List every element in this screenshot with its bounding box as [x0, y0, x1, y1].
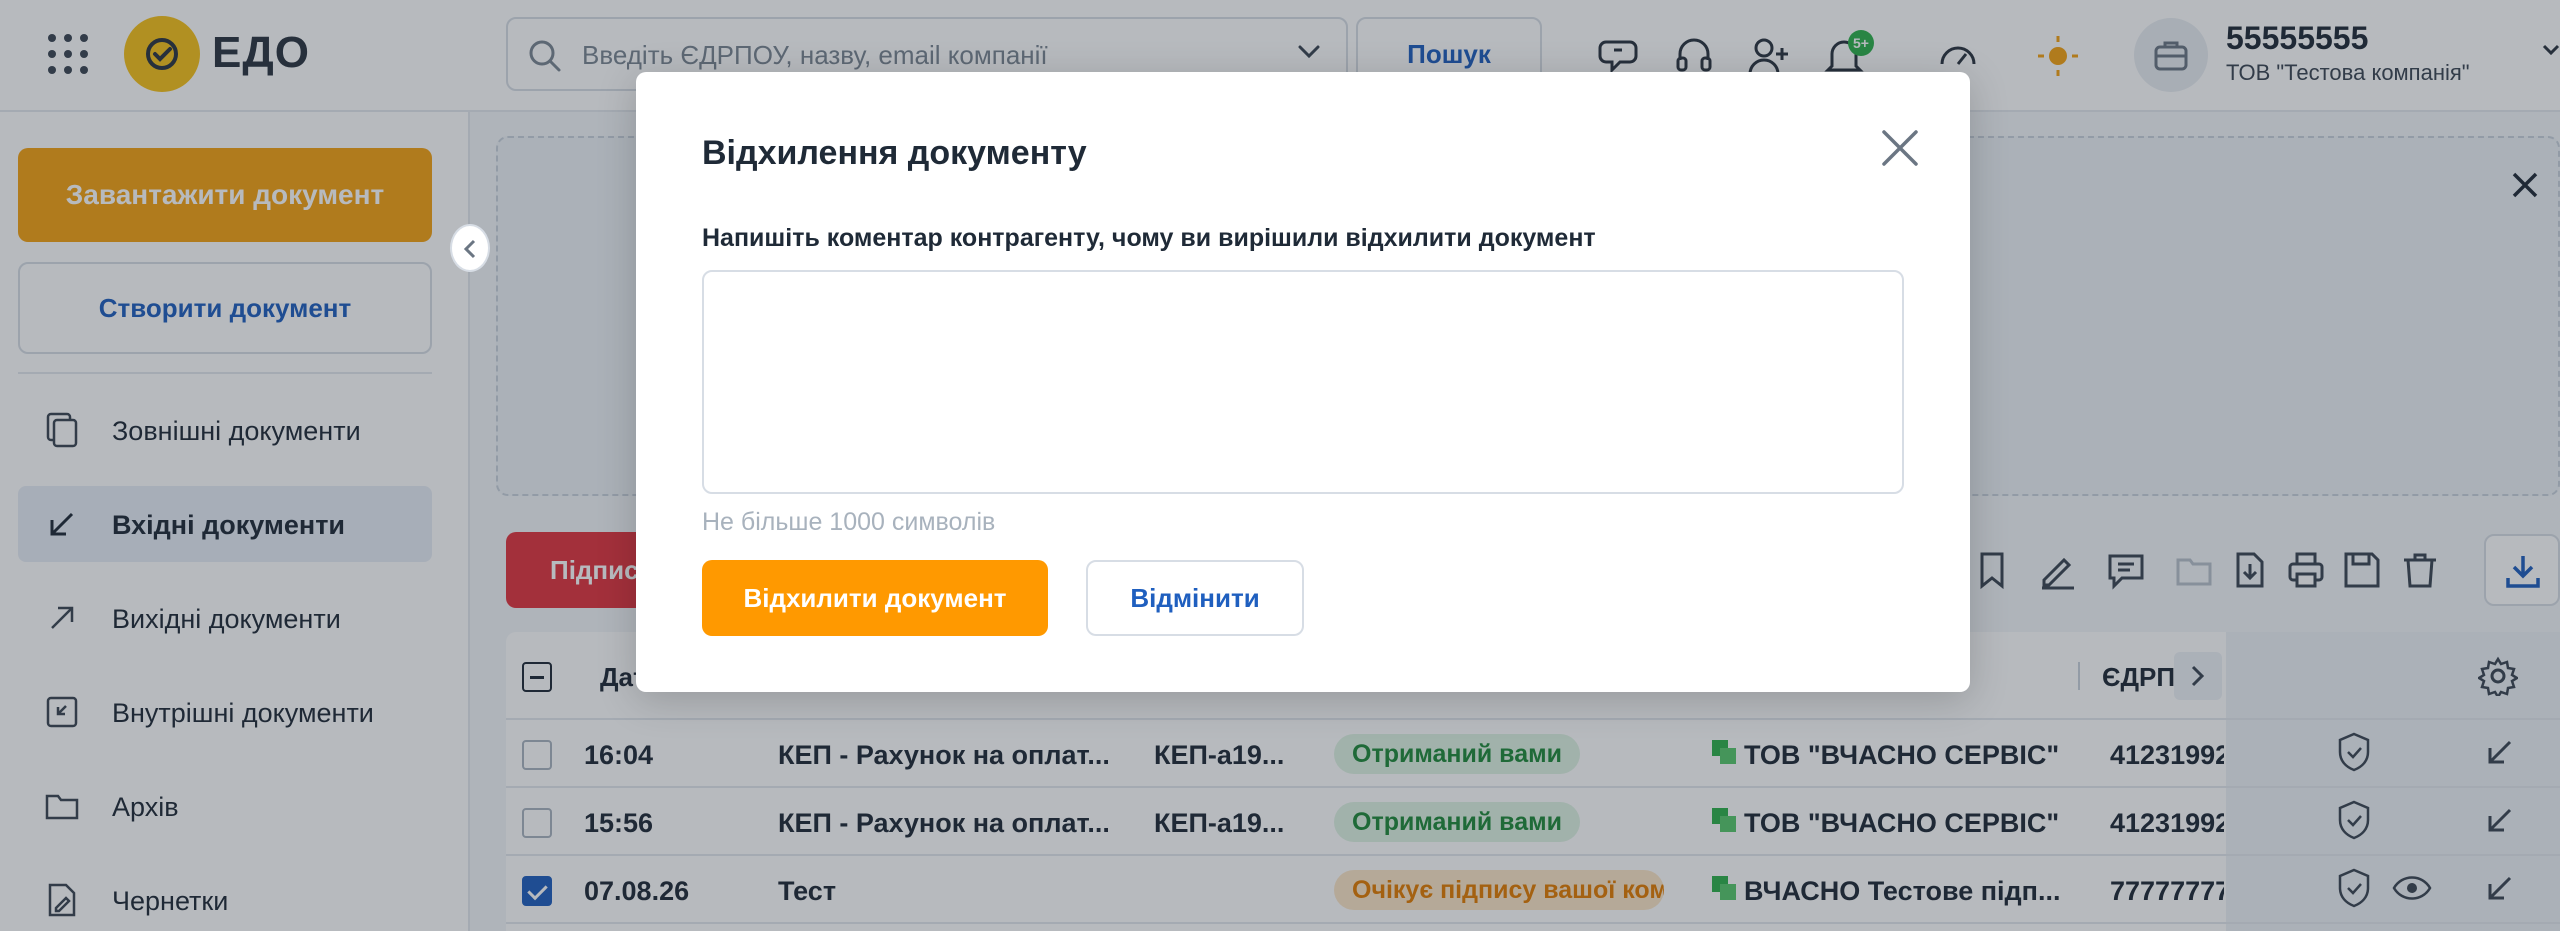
comment-label: Напишіть коментар контрагенту, чому ви в…: [702, 224, 1596, 252]
comment-textarea[interactable]: [702, 270, 1904, 494]
character-limit-hint: Не більше 1000 символів: [702, 508, 996, 536]
close-icon[interactable]: [1876, 124, 1924, 172]
reject-document-button[interactable]: Відхилити документ: [702, 560, 1048, 636]
cancel-button[interactable]: Відмінити: [1086, 560, 1304, 636]
reject-document-modal: Відхилення документу Напишіть коментар к…: [636, 72, 1970, 692]
sidebar-collapse-button[interactable]: [450, 224, 490, 272]
modal-title: Відхилення документу: [702, 134, 1087, 172]
chevron-left-icon: [463, 239, 476, 259]
